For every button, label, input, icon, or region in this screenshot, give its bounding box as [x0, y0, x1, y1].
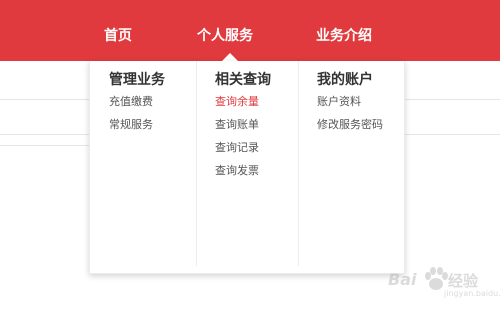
- background-divider: [404, 134, 500, 135]
- nav-personal-services[interactable]: 个人服务: [197, 0, 253, 61]
- menu-link-query-balance[interactable]: 查询余量: [215, 93, 259, 109]
- background-divider: [404, 99, 500, 100]
- menu-link-account-info[interactable]: 账户资料: [317, 93, 361, 109]
- menu-link-recharge[interactable]: 充值缴费: [109, 93, 153, 109]
- menu-link-query-invoice[interactable]: 查询发票: [215, 162, 259, 178]
- background-divider: [0, 99, 90, 100]
- top-nav-bar: 首页 个人服务 业务介绍: [0, 0, 500, 61]
- nav-business-intro[interactable]: 业务介绍: [316, 0, 372, 61]
- baidu-jingyan-watermark: Bai 经验 jingyan.baidu.com: [388, 262, 500, 302]
- column-title: 我的账户: [317, 72, 373, 88]
- nav-home[interactable]: 首页: [104, 0, 132, 61]
- watermark-subtitle: jingyan.baidu.com: [444, 289, 500, 298]
- dropdown-caret-icon: [222, 53, 238, 61]
- menu-column-account: 我的账户 账户资料 修改服务密码: [298, 61, 405, 266]
- menu-link-query-bill[interactable]: 查询账单: [215, 116, 259, 132]
- menu-link-query-records[interactable]: 查询记录: [215, 139, 259, 155]
- menu-link-change-password[interactable]: 修改服务密码: [317, 116, 383, 132]
- menu-link-regular-service[interactable]: 常规服务: [109, 116, 153, 132]
- watermark-brand-left: Bai: [388, 270, 417, 289]
- menu-column-query: 相关查询 查询余量 查询账单 查询记录 查询发票: [196, 61, 299, 266]
- column-title: 相关查询: [215, 72, 271, 88]
- background-divider: [0, 145, 90, 146]
- watermark-brand-right: 经验: [448, 272, 479, 290]
- column-title: 管理业务: [109, 72, 165, 88]
- services-dropdown-menu: 管理业务 充值缴费 常规服务 相关查询 查询余量 查询账单 查询记录 查询发票 …: [89, 61, 405, 274]
- background-divider: [0, 134, 90, 135]
- menu-column-manage: 管理业务 充值缴费 常规服务: [90, 61, 196, 273]
